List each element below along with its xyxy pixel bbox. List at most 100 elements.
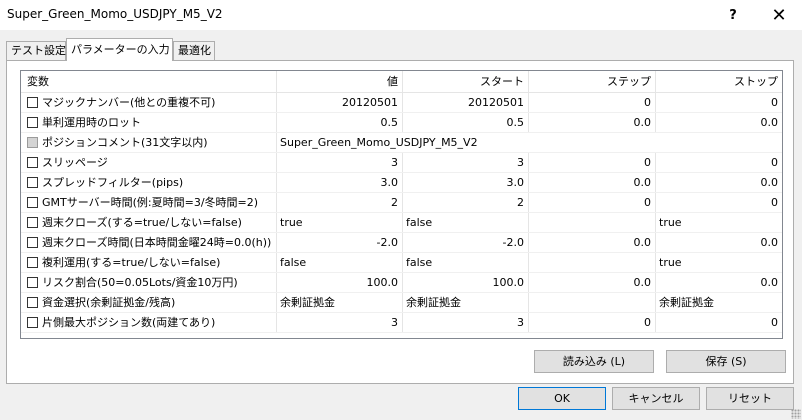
table-row[interactable]: スリッページ 3 3 0 0 (21, 153, 782, 173)
step-cell[interactable] (529, 253, 656, 272)
value-cell[interactable]: 3 (277, 153, 403, 172)
stop-cell[interactable]: 余剰証拠金 (656, 293, 782, 312)
stop-cell[interactable]: 0 (656, 93, 782, 112)
start-cell[interactable]: 0.5 (403, 113, 529, 132)
table-row[interactable]: マジックナンバー(他との重複不可) 20120501 20120501 0 0 (21, 93, 782, 113)
value-cell[interactable]: 0.5 (277, 113, 403, 132)
table-row[interactable]: GMTサーバー時間(例:夏時間=3/冬時間=2) 2 2 0 0 (21, 193, 782, 213)
param-label: 片側最大ポジション数(両建てあり) (42, 316, 216, 329)
value-cell[interactable]: 余剰証拠金 (277, 293, 403, 312)
value-cell[interactable]: 20120501 (277, 93, 403, 112)
table-row[interactable]: リスク割合(50=0.05Lots/資金10万円) 100.0 100.0 0.… (21, 273, 782, 293)
optimize-checkbox[interactable] (27, 297, 38, 308)
save-button[interactable]: 保存 (S) (666, 350, 786, 373)
help-icon[interactable]: ? (710, 0, 756, 30)
window-title: Super_Green_Momo_USDJPY_M5_V2 (7, 7, 223, 21)
load-button[interactable]: 読み込み (L) (534, 350, 654, 373)
param-name-cell: 片側最大ポジション数(両建てあり) (21, 313, 277, 332)
table-row[interactable]: ポジションコメント(31文字以内) Super_Green_Momo_USDJP… (21, 133, 782, 153)
cancel-button[interactable]: キャンセル (612, 387, 700, 410)
step-cell[interactable]: 0 (529, 313, 656, 332)
stop-cell[interactable]: 0.0 (656, 173, 782, 192)
param-name-cell: 週末クローズ時間(日本時間金曜24時=0.0(h)) (21, 233, 277, 252)
step-cell[interactable]: 0.0 (529, 113, 656, 132)
header-stop[interactable]: ストップ (656, 71, 782, 92)
dialog-window: Super_Green_Momo_USDJPY_M5_V2 ? ✕ テスト設定 … (0, 0, 802, 420)
step-cell[interactable]: 0 (529, 153, 656, 172)
table-row[interactable]: 週末クローズ(する=true/しない=false) true false tru… (21, 213, 782, 233)
tab-optimization[interactable]: 最適化 (173, 41, 215, 61)
table-row[interactable]: スプレッドフィルター(pips) 3.0 3.0 0.0 0.0 (21, 173, 782, 193)
start-cell[interactable]: 3.0 (403, 173, 529, 192)
param-label: 複利運用(する=true/しない=false) (42, 256, 221, 269)
param-label: スプレッドフィルター(pips) (42, 176, 184, 189)
optimize-checkbox[interactable] (27, 237, 38, 248)
start-cell[interactable]: false (403, 213, 529, 232)
start-cell[interactable]: 2 (403, 193, 529, 212)
header-value[interactable]: 値 (277, 71, 403, 92)
start-cell[interactable]: 余剰証拠金 (403, 293, 529, 312)
tab-parameters[interactable]: パラメーターの入力 (66, 38, 173, 61)
param-name-cell: スプレッドフィルター(pips) (21, 173, 277, 192)
param-name-cell: ポジションコメント(31文字以内) (21, 133, 277, 152)
param-label: スリッページ (42, 156, 108, 169)
step-cell[interactable]: 0.0 (529, 273, 656, 292)
header-step[interactable]: ステップ (529, 71, 656, 92)
resize-grip-icon[interactable] (791, 409, 801, 419)
start-cell[interactable]: 20120501 (403, 93, 529, 112)
value-cell[interactable]: false (277, 253, 403, 272)
table-row[interactable]: 片側最大ポジション数(両建てあり) 3 3 0 0 (21, 313, 782, 333)
step-cell[interactable] (529, 213, 656, 232)
stop-cell[interactable]: 0.0 (656, 233, 782, 252)
start-cell[interactable]: 100.0 (403, 273, 529, 292)
close-icon[interactable]: ✕ (756, 0, 802, 30)
optimize-checkbox[interactable] (27, 197, 38, 208)
param-label: GMTサーバー時間(例:夏時間=3/冬時間=2) (42, 196, 259, 209)
table-row[interactable]: 複利運用(する=true/しない=false) false false true (21, 253, 782, 273)
value-cell[interactable]: 2 (277, 193, 403, 212)
optimize-checkbox[interactable] (27, 157, 38, 168)
stop-cell[interactable]: 0 (656, 153, 782, 172)
stop-cell[interactable]: true (656, 213, 782, 232)
value-cell[interactable]: 3 (277, 313, 403, 332)
stop-cell[interactable]: 0.0 (656, 113, 782, 132)
start-cell[interactable]: -2.0 (403, 233, 529, 252)
parameters-grid: 変数 値 スタート ステップ ストップ マジックナンバー(他との重複不可) 20… (20, 70, 783, 339)
step-cell[interactable]: 0.0 (529, 173, 656, 192)
table-row[interactable]: 週末クローズ時間(日本時間金曜24時=0.0(h)) -2.0 -2.0 0.0… (21, 233, 782, 253)
value-cell[interactable]: Super_Green_Momo_USDJPY_M5_V2 (277, 133, 782, 152)
optimize-checkbox[interactable] (27, 117, 38, 128)
param-name-cell: 資金選択(余剰証拠金/残高) (21, 293, 277, 312)
step-cell[interactable] (529, 293, 656, 312)
ok-button[interactable]: OK (518, 387, 606, 410)
step-cell[interactable]: 0 (529, 193, 656, 212)
header-variable[interactable]: 変数 (21, 71, 277, 92)
reset-button[interactable]: リセット (706, 387, 794, 410)
optimize-checkbox[interactable] (27, 317, 38, 328)
start-cell[interactable]: 3 (403, 153, 529, 172)
param-label: マジックナンバー(他との重複不可) (42, 96, 216, 109)
value-cell[interactable]: true (277, 213, 403, 232)
table-row[interactable]: 単利運用時のロット 0.5 0.5 0.0 0.0 (21, 113, 782, 133)
start-cell[interactable]: 3 (403, 313, 529, 332)
value-cell[interactable]: 3.0 (277, 173, 403, 192)
tab-test-settings[interactable]: テスト設定 (6, 41, 66, 61)
optimize-checkbox[interactable] (27, 257, 38, 268)
optimize-checkbox[interactable] (27, 97, 38, 108)
optimize-checkbox[interactable] (27, 177, 38, 188)
table-row[interactable]: 資金選択(余剰証拠金/残高) 余剰証拠金 余剰証拠金 余剰証拠金 (21, 293, 782, 313)
stop-cell[interactable]: 0 (656, 193, 782, 212)
param-name-cell: 複利運用(する=true/しない=false) (21, 253, 277, 272)
value-cell[interactable]: -2.0 (277, 233, 403, 252)
stop-cell[interactable]: true (656, 253, 782, 272)
start-cell[interactable]: false (403, 253, 529, 272)
step-cell[interactable]: 0 (529, 93, 656, 112)
stop-cell[interactable]: 0 (656, 313, 782, 332)
optimize-checkbox[interactable] (27, 217, 38, 228)
optimize-checkbox[interactable] (27, 277, 38, 288)
stop-cell[interactable]: 0.0 (656, 273, 782, 292)
step-cell[interactable]: 0.0 (529, 233, 656, 252)
header-start[interactable]: スタート (403, 71, 529, 92)
value-cell[interactable]: 100.0 (277, 273, 403, 292)
param-label: ポジションコメント(31文字以内) (42, 136, 208, 149)
